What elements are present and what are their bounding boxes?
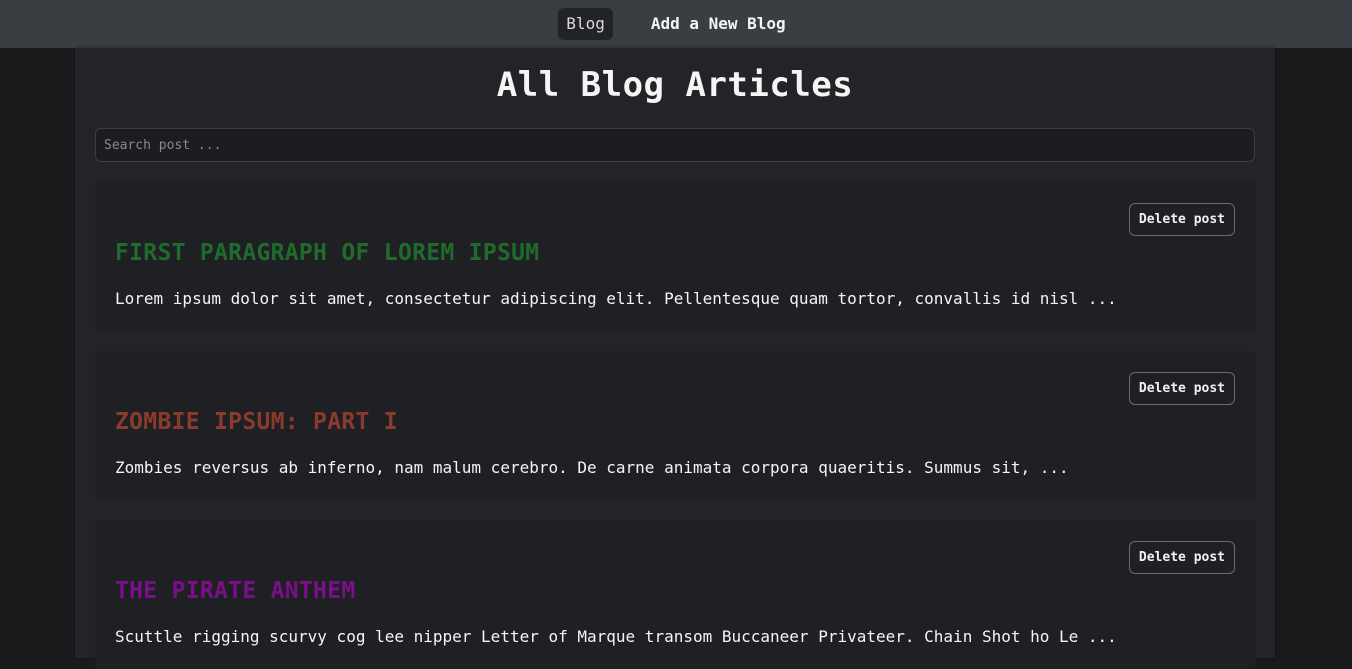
nav-link-blog[interactable]: Blog <box>558 8 613 40</box>
main-container: All Blog Articles Delete post FIRST PARA… <box>75 48 1275 669</box>
search-input[interactable] <box>95 128 1255 162</box>
top-navbar: Blog Add a New Blog <box>0 0 1352 48</box>
delete-post-button[interactable]: Delete post <box>1128 372 1235 405</box>
post-excerpt: Scuttle rigging scurvy cog lee nipper Le… <box>115 627 1117 646</box>
post-title[interactable]: ZOMBIE IPSUM: PART I <box>115 409 398 435</box>
page-title: All Blog Articles <box>496 65 854 105</box>
post-card: Delete post FIRST PARAGRAPH OF LOREM IPS… <box>95 182 1255 331</box>
post-excerpt: Lorem ipsum dolor sit amet, consectetur … <box>115 289 1117 308</box>
post-card: Delete post THE PIRATE ANTHEM Scuttle ri… <box>95 520 1255 669</box>
delete-post-button[interactable]: Delete post <box>1128 203 1235 236</box>
nav-link-add-new-blog[interactable]: Add a New Blog <box>643 8 794 40</box>
delete-post-button[interactable]: Delete post <box>1128 541 1235 574</box>
post-card: Delete post ZOMBIE IPSUM: PART I Zombies… <box>95 351 1255 500</box>
post-title[interactable]: FIRST PARAGRAPH OF LOREM IPSUM <box>115 240 539 266</box>
post-title[interactable]: THE PIRATE ANTHEM <box>115 578 356 604</box>
post-excerpt: Zombies reversus ab inferno, nam malum c… <box>115 458 1069 477</box>
